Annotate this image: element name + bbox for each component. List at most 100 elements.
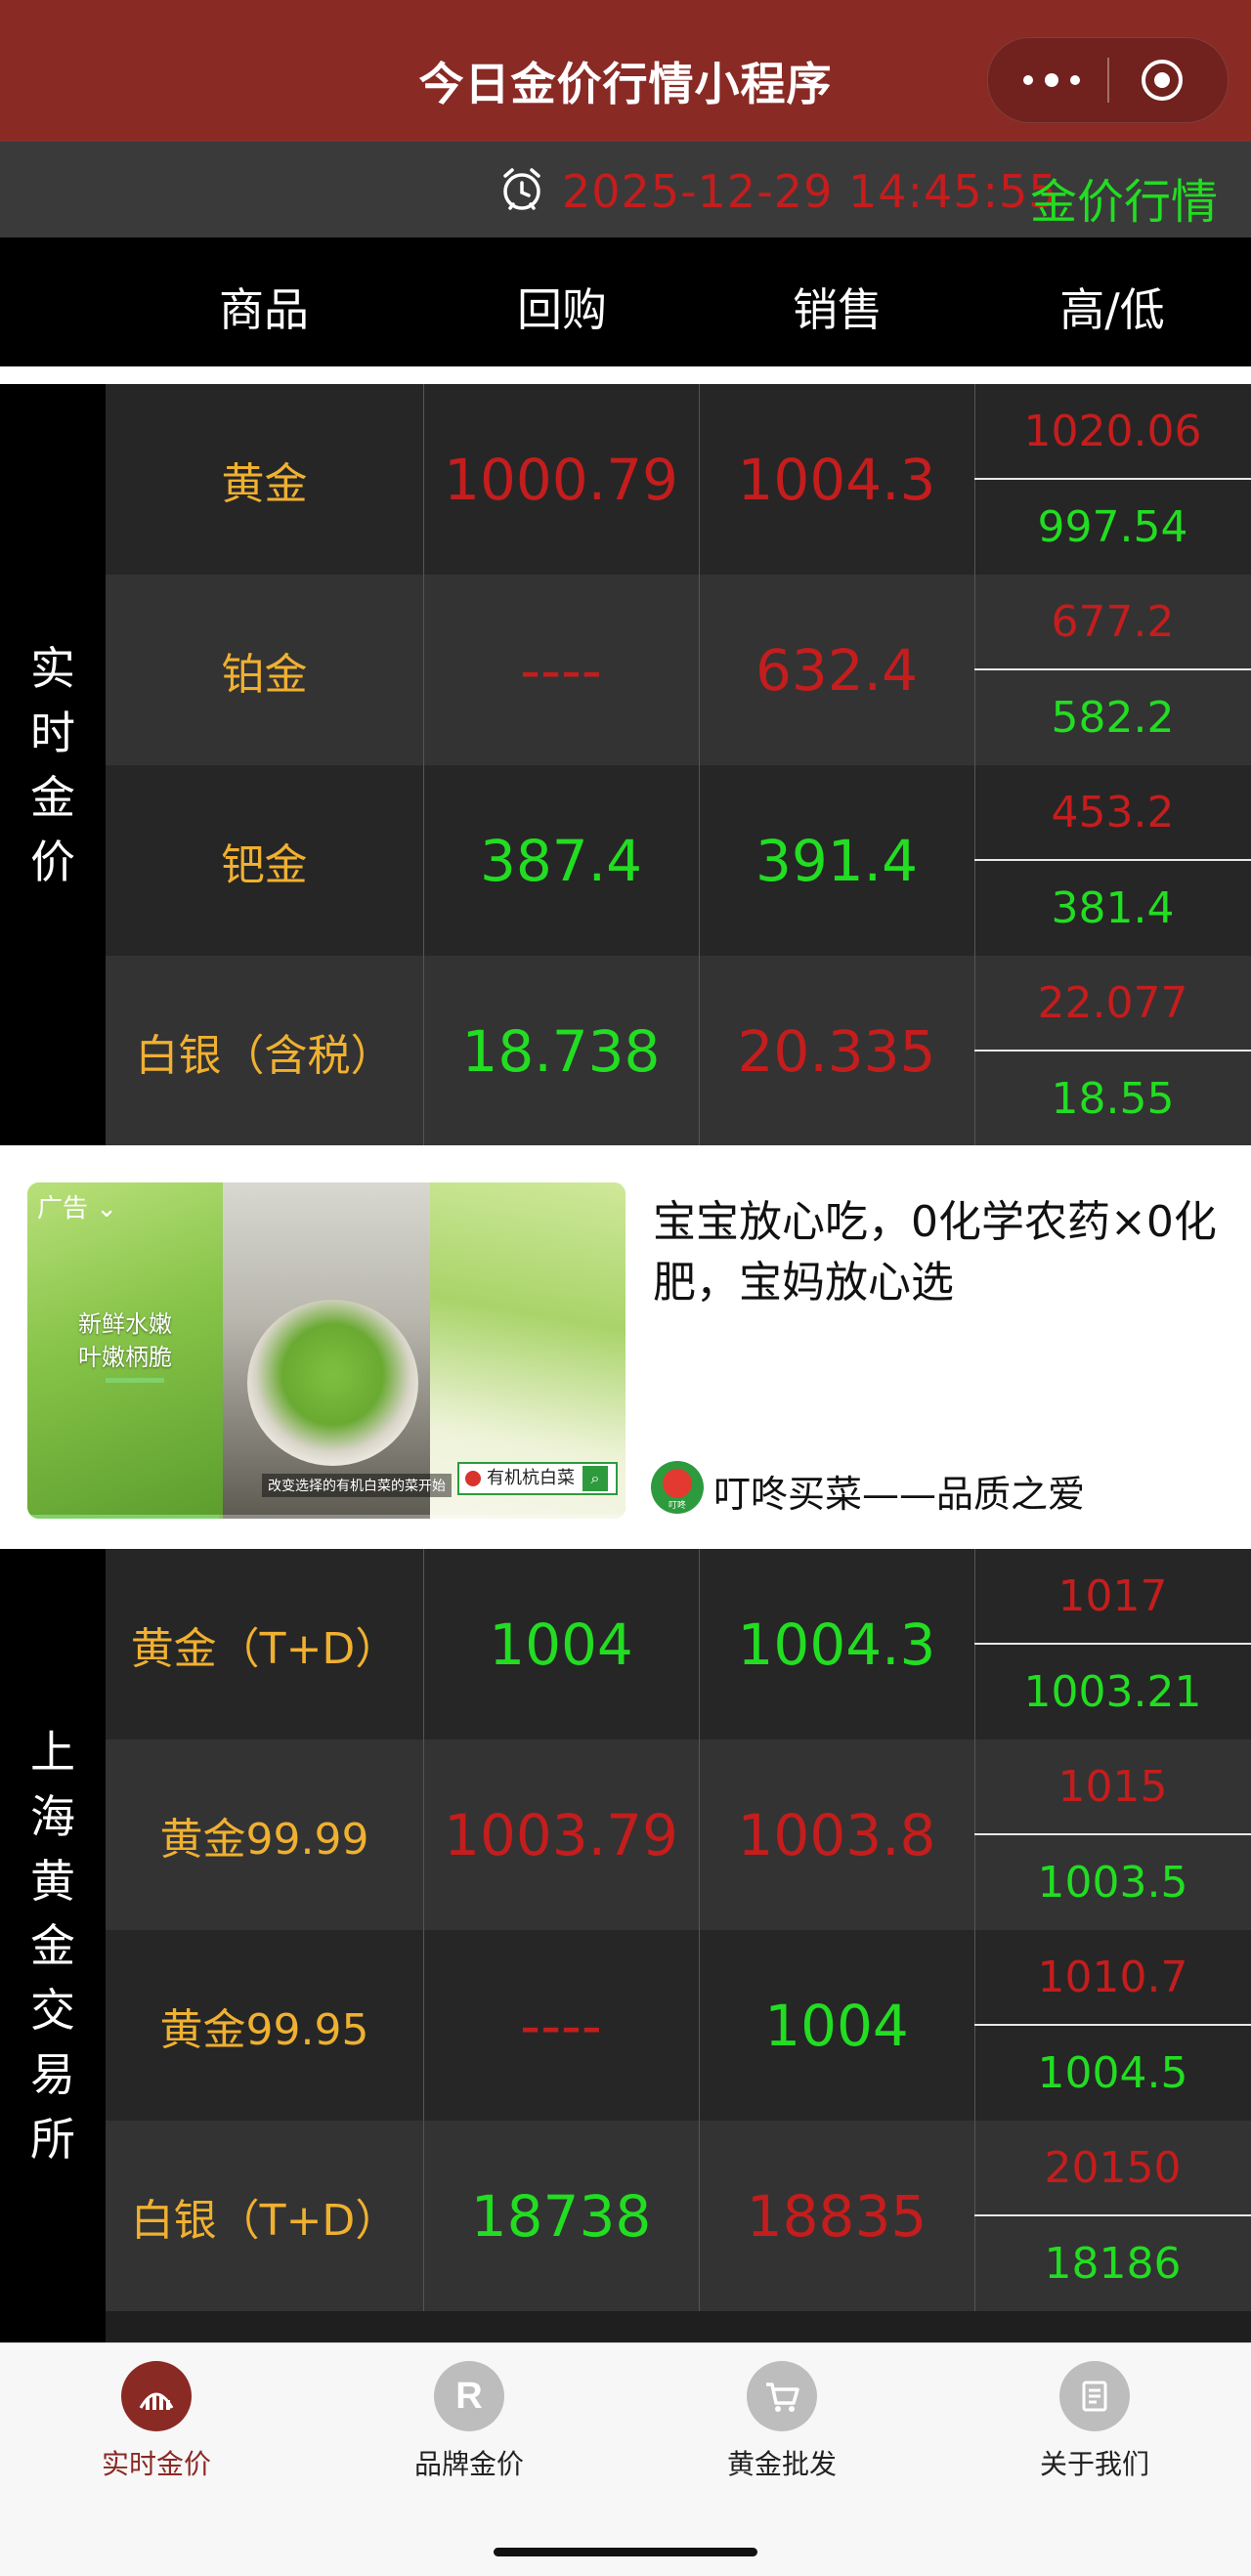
product-name: 白银（含税） bbox=[106, 956, 424, 1146]
capsule-divider bbox=[1107, 58, 1109, 103]
tab-bar: 实时金价 R 品牌金价 黄金批发 关于我们 bbox=[0, 2342, 1251, 2576]
high-price: 1010.7 bbox=[974, 1930, 1251, 2026]
side-char: 价 bbox=[30, 836, 75, 888]
buyback-price: 387.4 bbox=[423, 765, 700, 956]
side-char: 金 bbox=[30, 1919, 75, 1972]
ad-product-badge: 有机杭白菜 ⌕ bbox=[457, 1462, 618, 1495]
low-price: 381.4 bbox=[1051, 882, 1175, 933]
update-datetime: 2025-12-29 14:45:55 bbox=[562, 165, 1058, 218]
side-char: 时 bbox=[30, 707, 75, 759]
side-char: 上 bbox=[30, 1726, 75, 1779]
side-char: 实 bbox=[30, 642, 75, 695]
high-price: 1015 bbox=[974, 1739, 1251, 1835]
tomato-icon bbox=[465, 1471, 481, 1486]
buyback-price: 18738 bbox=[423, 2121, 700, 2311]
side-char: 所 bbox=[30, 2113, 75, 2166]
col-product: 商品 bbox=[219, 283, 309, 336]
nav-bar: 今日金价行情小程序 bbox=[0, 0, 1251, 142]
close-miniprogram-icon[interactable] bbox=[1140, 58, 1185, 103]
price-row: 黄金（T+D） 1004 1004.3 1017 1003.21 bbox=[106, 1549, 1251, 1739]
product-name: 黄金99.95 bbox=[106, 1930, 424, 2121]
ad-banner[interactable]: 广告 ⌄ 新鲜水嫩 叶嫩柄脆 改变选择的有机白菜的菜开始 有机杭白菜 ⌕ 宝宝放… bbox=[0, 1145, 1251, 1546]
shanghai-side-label: 上 海 黄 金 交 易 所 bbox=[0, 1549, 106, 2342]
sell-price: 391.4 bbox=[699, 765, 975, 956]
low-price: 1003.5 bbox=[1037, 1857, 1188, 1908]
column-header: 商品 回购 销售 高/低 bbox=[0, 237, 1251, 366]
search-icon: ⌕ bbox=[582, 1466, 608, 1491]
high-low-cell: 453.2 381.4 bbox=[974, 765, 1251, 956]
side-char: 易 bbox=[30, 2048, 75, 2101]
shanghai-exchange-table: 上 海 黄 金 交 易 所 黄金（T+D） 1004 1004.3 1017 1003.… bbox=[0, 1549, 1251, 2342]
buyback-price: 18.738 bbox=[423, 956, 700, 1146]
low-price: 582.2 bbox=[1051, 692, 1175, 743]
tab-label: 实时金价 bbox=[101, 2448, 211, 2480]
high-low-cell: 20150 18186 bbox=[974, 2121, 1251, 2311]
sell-price: 1004 bbox=[699, 1930, 975, 2121]
ad-caption-line1: 新鲜水嫩 bbox=[78, 1310, 172, 1338]
price-row: 钯金 387.4 391.4 453.2 381.4 bbox=[106, 765, 1251, 956]
ad-caption-underline bbox=[106, 1378, 164, 1383]
ad-title[interactable]: 宝宝放心吃，0化学农药×0化肥，宝妈放心选 bbox=[653, 1192, 1229, 1313]
product-name: 黄金 bbox=[106, 384, 424, 575]
price-row: 白银（T+D） 18738 18835 20150 18186 bbox=[106, 2121, 1251, 2311]
sell-price: 1003.8 bbox=[699, 1739, 975, 1930]
product-name: 白银（T+D） bbox=[106, 2121, 424, 2311]
price-row: 铂金 ---- 632.4 677.2 582.2 bbox=[106, 575, 1251, 765]
ad-image-subcaption: 改变选择的有机白菜的菜开始 bbox=[262, 1474, 452, 1497]
ad-image[interactable]: 广告 ⌄ 新鲜水嫩 叶嫩柄脆 改变选择的有机白菜的菜开始 有机杭白菜 ⌕ bbox=[27, 1182, 626, 1519]
high-low-cell: 1015 1003.5 bbox=[974, 1739, 1251, 1930]
side-char: 海 bbox=[30, 1790, 75, 1843]
tab-label: 关于我们 bbox=[1039, 2448, 1149, 2480]
low-price: 1003.21 bbox=[1023, 1666, 1202, 1717]
tab-label: 黄金批发 bbox=[726, 2448, 837, 2480]
ad-image-pan bbox=[247, 1300, 418, 1466]
low-price: 997.54 bbox=[1037, 501, 1188, 552]
buyback-price: ---- bbox=[423, 1930, 700, 2121]
high-low-cell: 1017 1003.21 bbox=[974, 1549, 1251, 1739]
home-indicator bbox=[494, 2548, 757, 2556]
price-row: 黄金99.95 ---- 1004 1010.7 1004.5 bbox=[106, 1930, 1251, 2121]
sell-price: 1004.3 bbox=[699, 384, 975, 575]
buyback-price: 1004 bbox=[423, 1549, 700, 1739]
product-name: 黄金99.99 bbox=[106, 1739, 424, 1930]
brand-logo-text: 叮咚 bbox=[668, 1501, 686, 1511]
document-icon bbox=[1059, 2361, 1130, 2431]
tab-brand-price[interactable]: R 品牌金价 bbox=[313, 2361, 626, 2482]
chart-icon bbox=[121, 2361, 192, 2431]
brand-r-icon: R bbox=[434, 2361, 504, 2431]
sell-price: 1004.3 bbox=[699, 1549, 975, 1739]
gold-market-link[interactable]: 金价行情 bbox=[1030, 163, 1218, 232]
time-bar: 2025-12-29 14:45:55 金价行情 bbox=[0, 142, 1251, 237]
low-price: 18186 bbox=[1044, 2238, 1182, 2289]
ad-brand-name[interactable]: 叮咚买菜——品质之爱 bbox=[713, 1464, 1085, 1518]
tab-realtime-price[interactable]: 实时金价 bbox=[0, 2361, 313, 2482]
realtime-side-label: 实 时 金 价 bbox=[0, 384, 106, 1146]
buyback-price: ---- bbox=[423, 575, 700, 765]
product-name: 黄金（T+D） bbox=[106, 1549, 424, 1739]
high-low-cell: 1020.06 997.54 bbox=[974, 384, 1251, 575]
ad-video-progress bbox=[27, 1515, 626, 1519]
high-price: 22.077 bbox=[974, 956, 1251, 1052]
tab-gold-wholesale[interactable]: 黄金批发 bbox=[626, 2361, 938, 2482]
ad-label[interactable]: 广告 ⌄ bbox=[37, 1188, 117, 1224]
low-price: 18.55 bbox=[1051, 1073, 1175, 1124]
side-char: 金 bbox=[30, 771, 75, 824]
side-char: 黄 bbox=[30, 1855, 75, 1908]
product-name: 铂金 bbox=[106, 575, 424, 765]
product-name: 钯金 bbox=[106, 765, 424, 956]
high-low-cell: 1010.7 1004.5 bbox=[974, 1930, 1251, 2121]
sell-price: 18835 bbox=[699, 2121, 975, 2311]
ad-image-caption: 新鲜水嫩 叶嫩柄脆 bbox=[78, 1308, 172, 1374]
price-row: 黄金 1000.79 1004.3 1020.06 997.54 bbox=[106, 384, 1251, 575]
more-icon[interactable] bbox=[1021, 67, 1086, 93]
col-buyback: 回购 bbox=[517, 283, 607, 336]
sell-price: 20.335 bbox=[699, 956, 975, 1146]
high-price: 1017 bbox=[974, 1549, 1251, 1645]
high-low-cell: 22.077 18.55 bbox=[974, 956, 1251, 1146]
cart-icon bbox=[747, 2361, 817, 2431]
brand-logo-icon: 叮咚 bbox=[651, 1461, 704, 1514]
buyback-price: 1003.79 bbox=[423, 1739, 700, 1930]
ad-badge-text: 有机杭白菜 bbox=[487, 1468, 575, 1488]
tab-label: 品牌金价 bbox=[413, 2448, 524, 2480]
tab-about-us[interactable]: 关于我们 bbox=[938, 2361, 1251, 2482]
